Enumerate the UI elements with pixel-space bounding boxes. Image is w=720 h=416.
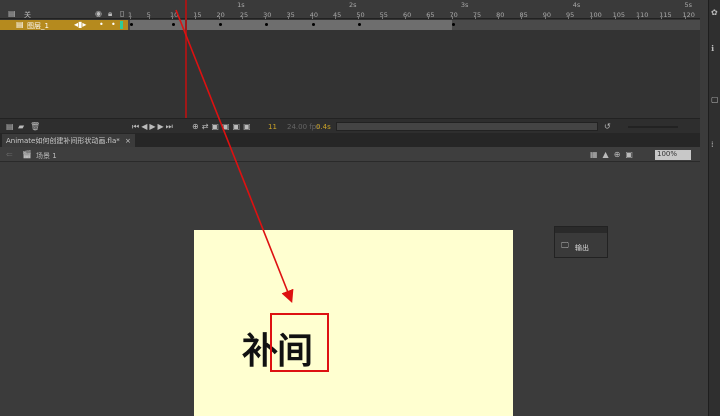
annotation-arrow — [175, 9, 294, 303]
